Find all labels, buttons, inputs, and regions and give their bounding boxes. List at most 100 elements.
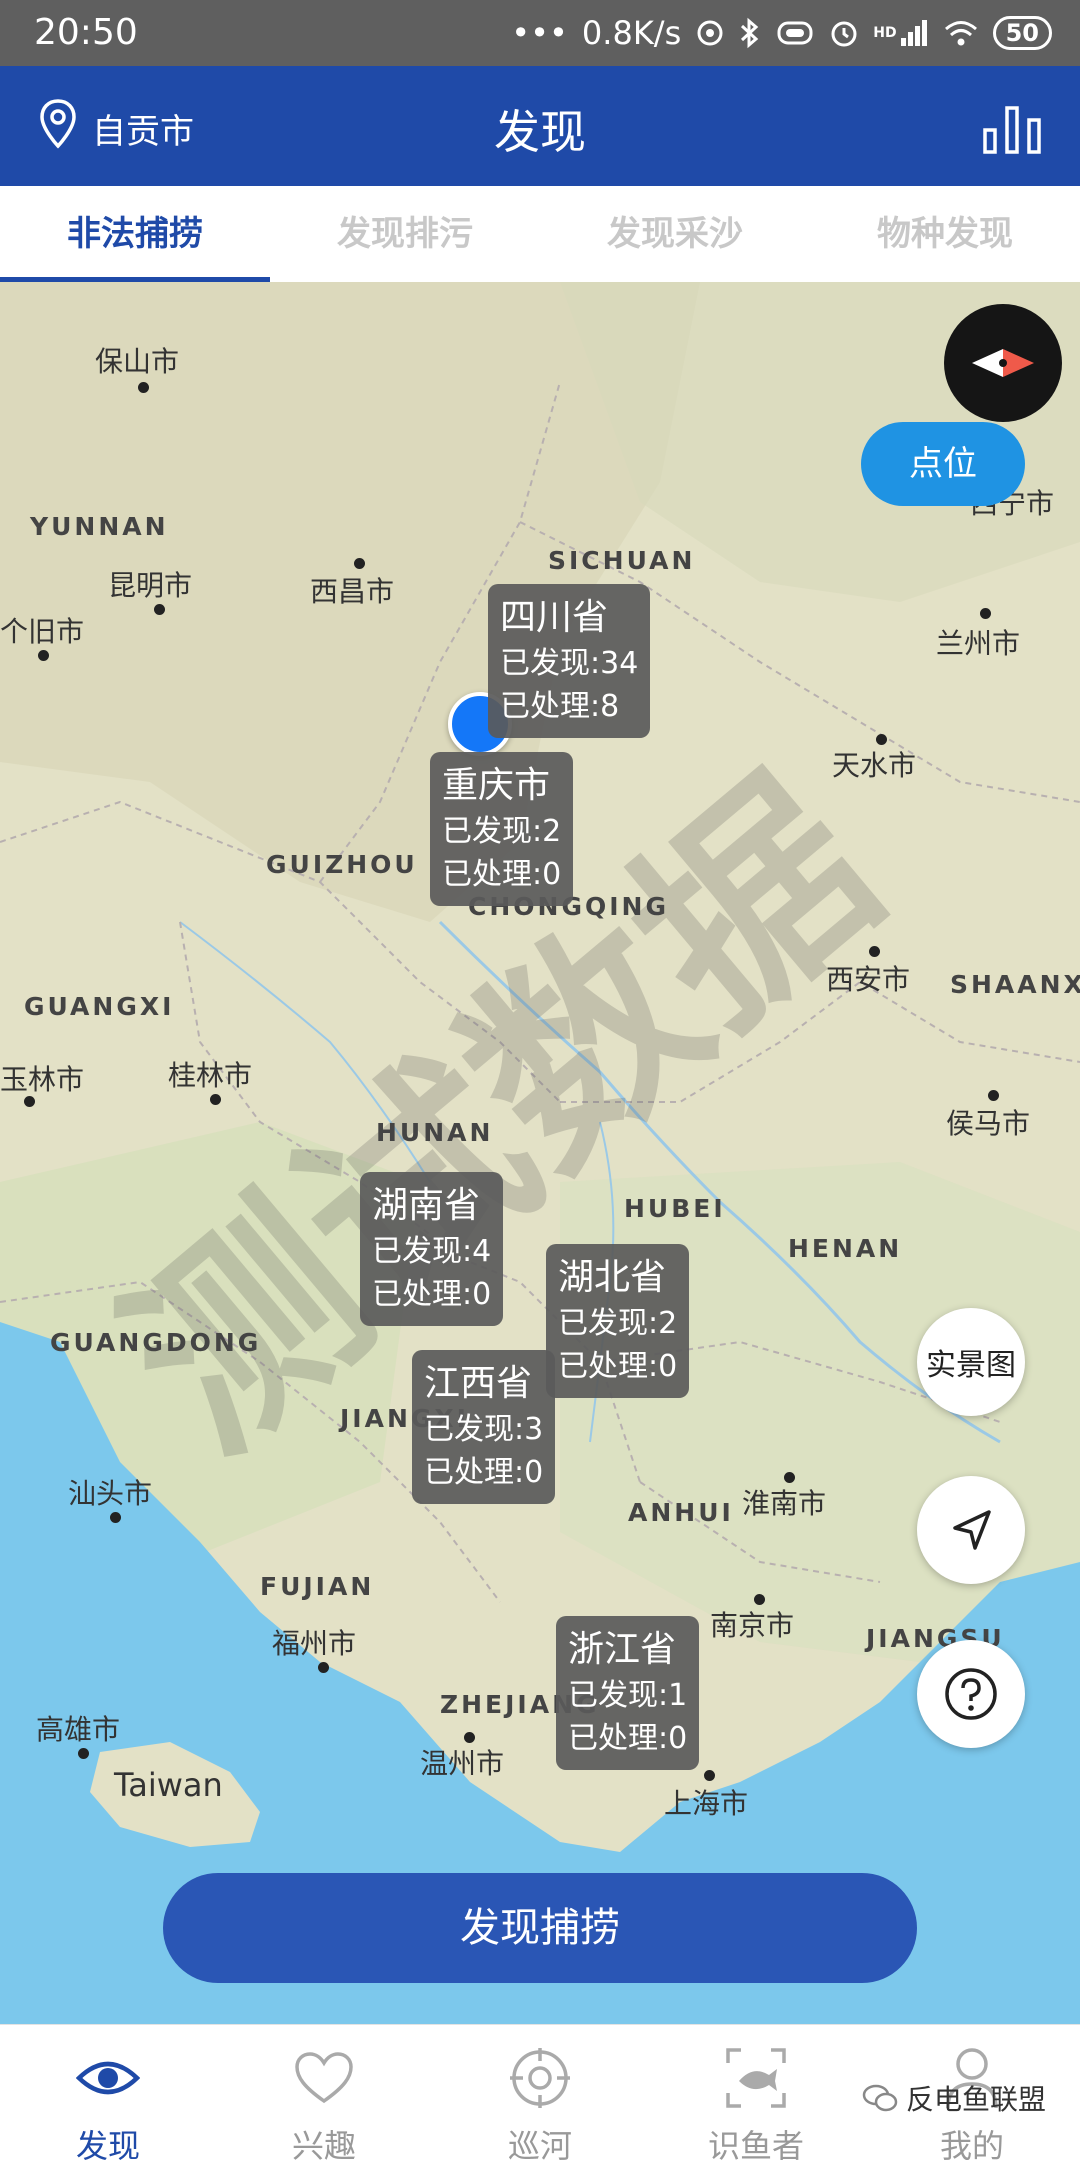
city-label: 昆明市 xyxy=(108,569,193,602)
nav-interest[interactable]: 兴趣 xyxy=(216,2025,432,2165)
city-label: 上海市 xyxy=(664,1787,749,1820)
alarm-icon xyxy=(829,18,859,48)
city-label: 桂林市 xyxy=(168,1059,253,1092)
battery-indicator: 50 xyxy=(992,16,1052,50)
city-dot xyxy=(754,1594,765,1605)
report-fishing-button[interactable]: 发现捕捞 xyxy=(163,1873,917,1983)
province-name: 江西省 xyxy=(424,1363,533,1404)
found-count: 已发现:3 xyxy=(424,1412,544,1447)
region-label: SHAANXI xyxy=(950,970,1080,999)
eye-icon xyxy=(76,2061,140,2095)
tab-illegal-fishing[interactable]: 非法捕捞 xyxy=(0,186,270,282)
help-button[interactable] xyxy=(917,1640,1025,1748)
city-dot xyxy=(78,1748,89,1759)
region-label: GUANGXI xyxy=(24,992,175,1021)
city-label: 侯马市 xyxy=(946,1107,1031,1140)
region-label: HENAN xyxy=(788,1234,903,1263)
tab-species[interactable]: 物种发现 xyxy=(810,186,1080,282)
nav-label: 巡河 xyxy=(507,2127,572,2165)
region-label: ANHUI xyxy=(628,1498,734,1527)
city-label: 玉林市 xyxy=(0,1063,85,1096)
status-bar: 20:50 ••• 0.8K/s HD 50 xyxy=(0,0,1080,66)
city-dot xyxy=(24,1096,35,1107)
question-icon xyxy=(945,1668,997,1720)
province-name: 湖南省 xyxy=(372,1185,481,1226)
province-stat-bubble[interactable]: 湖南省 已发现:4 已处理:0 xyxy=(360,1172,504,1326)
stats-button[interactable] xyxy=(982,104,1042,154)
city-dot xyxy=(988,1090,999,1101)
nav-label: 兴趣 xyxy=(291,2127,356,2165)
region-label: HUBEI xyxy=(624,1194,726,1223)
nav-label: 发现 xyxy=(75,2127,140,2165)
region-label: HUNAN xyxy=(376,1118,494,1147)
city-label: 南京市 xyxy=(710,1609,795,1642)
province-stat-bubble[interactable]: 重庆市 已发现:2 已处理:0 xyxy=(430,752,574,906)
province-stat-bubble[interactable]: 四川省 已发现:34 已处理:8 xyxy=(488,584,651,738)
source-overlay-tag: 反电鱼联盟 xyxy=(862,2078,1046,2118)
page-title: 发现 xyxy=(494,105,586,159)
status-time: 20:50 xyxy=(34,12,138,53)
city-dot xyxy=(869,946,880,957)
region-label: GUIZHOU xyxy=(266,850,418,879)
cell-signal-icon: HD xyxy=(873,18,928,48)
vibrate-icon xyxy=(775,20,815,46)
handled-count: 已处理:0 xyxy=(558,1349,678,1384)
region-label: YUNNAN xyxy=(30,512,169,541)
city-label: 保山市 xyxy=(95,345,180,378)
province-name: 湖北省 xyxy=(558,1257,667,1298)
compass-button[interactable] xyxy=(944,304,1062,422)
city-dot xyxy=(154,604,165,615)
wifi-icon xyxy=(943,18,979,48)
province-stat-bubble[interactable]: 江西省 已发现:3 已处理:0 xyxy=(412,1350,556,1504)
city-dot xyxy=(138,382,149,393)
nav-label: 我的 xyxy=(939,2127,1004,2165)
city-dot xyxy=(38,650,49,661)
handled-count: 已处理:0 xyxy=(568,1721,688,1756)
nav-patrol[interactable]: 巡河 xyxy=(432,2025,648,2165)
province-stat-bubble[interactable]: 浙江省 已发现:1 已处理:0 xyxy=(556,1616,700,1770)
tab-sand-mining[interactable]: 发现采沙 xyxy=(540,186,810,282)
fish-scan-icon xyxy=(726,2048,786,2108)
city-label: 西安市 xyxy=(826,963,911,996)
signal-hd-label: HD xyxy=(873,25,897,41)
dots-icon: ••• xyxy=(511,14,568,52)
province-name: 四川省 xyxy=(500,597,609,638)
bar-chart-icon xyxy=(983,106,1041,154)
found-count: 已发现:1 xyxy=(568,1678,688,1713)
city-label: 西昌市 xyxy=(310,575,395,608)
city-dot xyxy=(464,1732,475,1743)
hotspot-icon xyxy=(695,18,725,48)
city-label: 兰州市 xyxy=(936,627,1021,660)
compass-icon xyxy=(972,349,1034,377)
city-dot xyxy=(704,1770,715,1781)
handled-count: 已处理:0 xyxy=(372,1277,492,1312)
navigate-arrow-icon xyxy=(953,1510,991,1550)
heart-icon xyxy=(295,2052,353,2104)
region-label: Taiwan xyxy=(114,1766,223,1804)
province-name: 浙江省 xyxy=(568,1629,677,1670)
found-count: 已发现:2 xyxy=(558,1306,678,1341)
region-label: SICHUAN xyxy=(548,546,696,575)
category-tabs: 非法捕捞 发现排污 发现采沙 物种发现 xyxy=(0,186,1080,282)
realview-button[interactable]: 实景图 xyxy=(917,1308,1025,1416)
crosshair-icon xyxy=(510,2048,570,2108)
locate-button[interactable] xyxy=(917,1476,1025,1584)
region-label: FUJIAN xyxy=(260,1572,375,1601)
city-dot xyxy=(318,1662,329,1673)
wechat-icon xyxy=(862,2084,898,2112)
province-name: 重庆市 xyxy=(442,765,551,806)
nav-fish-id[interactable]: 识鱼者 xyxy=(648,2025,864,2165)
found-count: 已发现:2 xyxy=(442,814,562,849)
handled-count: 已处理:8 xyxy=(500,689,620,724)
city-dot xyxy=(210,1094,221,1105)
city-dot xyxy=(784,1472,795,1483)
city-dot xyxy=(876,734,887,745)
point-button[interactable]: 点位 xyxy=(861,422,1025,506)
found-count: 已发现:34 xyxy=(500,646,639,681)
map-view[interactable]: 测试数据 保山市 昆明市 西昌市 个旧市 西宁市 兰州市 天水市 西安市 玉林市… xyxy=(0,282,1080,2024)
city-label: 个旧市 xyxy=(0,615,85,648)
tab-pollution[interactable]: 发现排污 xyxy=(270,186,540,282)
city-label: 汕头市 xyxy=(68,1477,153,1510)
nav-discover[interactable]: 发现 xyxy=(0,2025,216,2165)
province-stat-bubble[interactable]: 湖北省 已发现:2 已处理:0 xyxy=(546,1244,690,1398)
